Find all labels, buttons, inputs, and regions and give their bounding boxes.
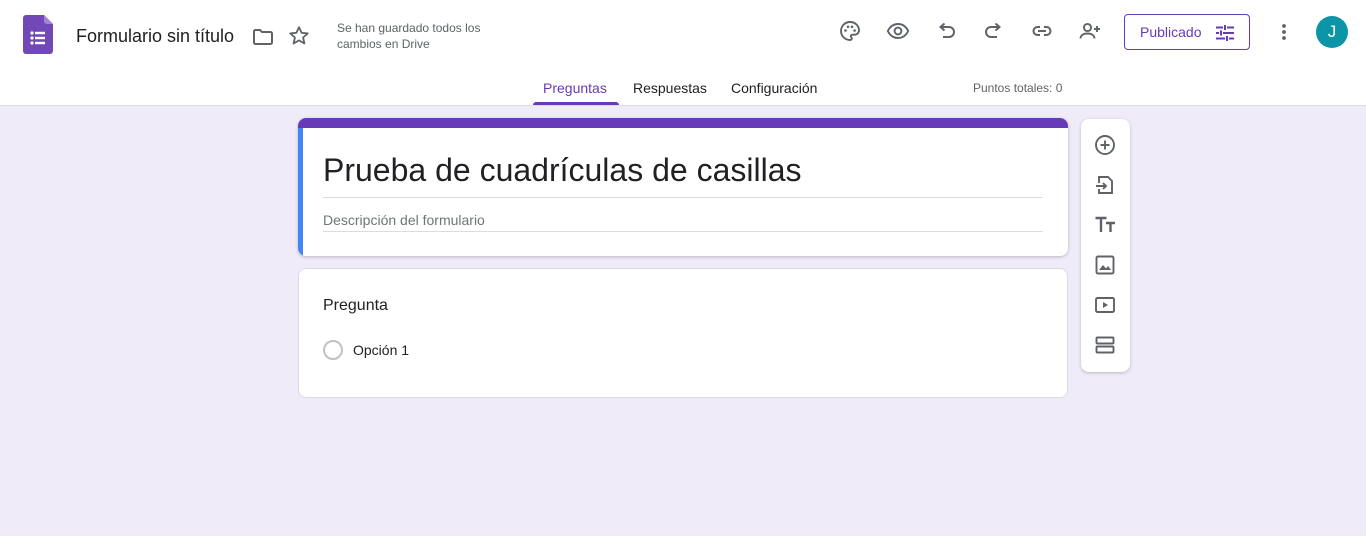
add-image-icon[interactable] bbox=[1093, 253, 1117, 277]
save-status: Se han guardado todos los cambios en Dri… bbox=[337, 21, 481, 51]
more-options-icon[interactable] bbox=[1272, 20, 1296, 44]
form-title-card[interactable]: Prueba de cuadrículas de casillas Descri… bbox=[298, 118, 1068, 256]
link-icon[interactable] bbox=[1030, 19, 1054, 43]
settings-sliders-icon bbox=[1216, 25, 1234, 41]
palette-icon[interactable] bbox=[838, 19, 862, 43]
active-tab-indicator bbox=[533, 102, 619, 105]
published-button[interactable]: Publicado bbox=[1124, 14, 1250, 50]
avatar[interactable]: J bbox=[1316, 16, 1348, 48]
active-card-indicator bbox=[298, 128, 303, 256]
add-section-icon[interactable] bbox=[1093, 333, 1117, 357]
folder-icon[interactable] bbox=[251, 25, 275, 49]
question-title: Pregunta bbox=[323, 297, 388, 314]
tab-preguntas[interactable]: Preguntas bbox=[543, 80, 607, 96]
floating-toolbar bbox=[1081, 119, 1130, 372]
title-card-accent-bar bbox=[298, 118, 1068, 128]
add-video-icon[interactable] bbox=[1093, 293, 1117, 317]
undo-icon[interactable] bbox=[934, 19, 958, 43]
total-points: Puntos totales: 0 bbox=[973, 81, 1063, 95]
published-button-label: Publicado bbox=[1140, 24, 1202, 40]
app-header: Formulario sin título Se han guardado to… bbox=[0, 0, 1366, 106]
star-icon[interactable] bbox=[287, 24, 311, 48]
import-questions-icon[interactable] bbox=[1093, 173, 1117, 197]
tab-respuestas[interactable]: Respuestas bbox=[633, 80, 707, 96]
redo-icon[interactable] bbox=[982, 19, 1006, 43]
add-title-icon[interactable] bbox=[1093, 213, 1117, 237]
option-radio[interactable] bbox=[323, 340, 343, 360]
form-title[interactable]: Prueba de cuadrículas de casillas bbox=[323, 152, 802, 189]
forms-logo-icon[interactable] bbox=[23, 15, 53, 54]
document-title[interactable]: Formulario sin título bbox=[76, 26, 234, 47]
question-card[interactable]: Pregunta Opción 1 bbox=[298, 268, 1068, 398]
option-label: Opción 1 bbox=[353, 342, 410, 358]
form-description-field[interactable]: Descripción del formulario bbox=[323, 212, 485, 228]
description-divider bbox=[323, 231, 1043, 232]
add-question-icon[interactable] bbox=[1093, 133, 1117, 157]
add-collaborator-icon[interactable] bbox=[1078, 19, 1102, 43]
title-divider bbox=[323, 197, 1043, 198]
tab-configuracion[interactable]: Configuración bbox=[731, 80, 817, 96]
preview-icon[interactable] bbox=[886, 19, 910, 43]
